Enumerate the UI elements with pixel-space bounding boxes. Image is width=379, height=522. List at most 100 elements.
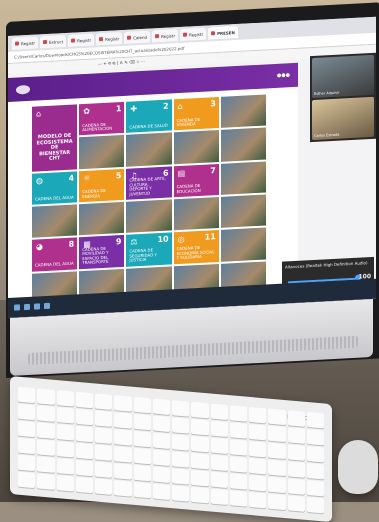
keyboard-key[interactable] xyxy=(210,471,228,489)
keyboard-key[interactable] xyxy=(114,446,132,463)
browser-tab[interactable]: Registr xyxy=(12,36,39,50)
keyboard-key[interactable] xyxy=(287,461,305,478)
keyboard-key[interactable] xyxy=(37,473,55,490)
keyboard-key[interactable] xyxy=(191,418,209,436)
keyboard-key[interactable] xyxy=(191,452,209,470)
keyboard-key[interactable] xyxy=(229,473,247,490)
keyboard-key[interactable] xyxy=(268,442,286,460)
keyboard-key[interactable] xyxy=(114,412,132,429)
keyboard-key[interactable] xyxy=(268,408,286,426)
keyboard-key[interactable] xyxy=(56,424,74,441)
browser-tab[interactable]: Calend xyxy=(124,30,151,44)
keyboard-key[interactable] xyxy=(18,420,36,438)
keyboard-key[interactable] xyxy=(56,390,74,407)
keyboard-key[interactable] xyxy=(18,471,36,489)
keyboard-key[interactable] xyxy=(287,444,305,461)
keyboard-key[interactable] xyxy=(172,417,190,434)
keyboard-key[interactable] xyxy=(249,457,267,475)
keyboard-key[interactable] xyxy=(114,480,132,497)
keyboard-key[interactable] xyxy=(306,428,324,446)
keyboard-key[interactable] xyxy=(210,454,228,472)
keyboard-key[interactable] xyxy=(287,410,305,427)
keyboard-key[interactable] xyxy=(133,430,151,448)
keyboard-key[interactable] xyxy=(191,486,209,504)
keyboard-key[interactable] xyxy=(133,447,151,465)
keyboard-key[interactable] xyxy=(75,459,93,477)
keyboard-key[interactable] xyxy=(172,400,190,417)
keyboard-key[interactable] xyxy=(95,478,113,495)
keyboard-key[interactable] xyxy=(152,449,170,466)
keyboard-key[interactable] xyxy=(95,393,113,410)
keyboard-key[interactable] xyxy=(95,444,113,461)
keyboard-key[interactable] xyxy=(133,464,151,482)
windows-icon[interactable] xyxy=(14,304,20,311)
keyboard-key[interactable] xyxy=(56,458,74,475)
keyboard-key[interactable] xyxy=(56,441,74,458)
keyboard-key[interactable] xyxy=(75,442,93,460)
keyboard-key[interactable] xyxy=(287,478,305,495)
keyboard-key[interactable] xyxy=(75,425,93,443)
keyboard-key[interactable] xyxy=(229,405,247,422)
keyboard-key[interactable] xyxy=(306,479,324,497)
keyboard-key[interactable] xyxy=(172,451,190,468)
keyboard-key[interactable] xyxy=(114,429,132,446)
keyboard-key[interactable] xyxy=(229,439,247,456)
keyboard-key[interactable] xyxy=(172,485,190,502)
keyboard-key[interactable] xyxy=(306,462,324,480)
keyboard-key[interactable] xyxy=(306,411,324,429)
keyboard-key[interactable] xyxy=(210,488,228,506)
keyboard-key[interactable] xyxy=(133,413,151,431)
keyboard-key[interactable] xyxy=(306,445,324,463)
participant-video[interactable]: Esther Alquisir xyxy=(312,54,374,99)
keyboard-key[interactable] xyxy=(191,435,209,453)
keyboard-key[interactable] xyxy=(268,476,286,494)
keyboard-key[interactable] xyxy=(37,439,55,456)
keyboard-key[interactable] xyxy=(37,422,55,439)
keyboard-key[interactable] xyxy=(18,454,36,472)
keyboard-key[interactable] xyxy=(229,422,247,439)
keyboard-key[interactable] xyxy=(172,434,190,451)
keyboard-key[interactable] xyxy=(95,461,113,478)
keyboard-key[interactable] xyxy=(18,386,36,404)
keyboard-key[interactable] xyxy=(210,403,228,421)
keyboard-key[interactable] xyxy=(306,496,324,514)
keyboard-key[interactable] xyxy=(37,405,55,422)
keyboard-key[interactable] xyxy=(249,440,267,458)
edge-icon[interactable] xyxy=(34,303,40,310)
keyboard-key[interactable] xyxy=(249,423,267,441)
keyboard-key[interactable] xyxy=(114,395,132,412)
keyboard-key[interactable] xyxy=(56,407,74,424)
keyboard-key[interactable] xyxy=(152,432,170,449)
keyboard-key[interactable] xyxy=(152,398,170,415)
keyboard-key[interactable] xyxy=(249,406,267,424)
browser-tab[interactable]: Registr xyxy=(180,27,207,41)
keyboard-key[interactable] xyxy=(268,459,286,477)
keyboard-key[interactable] xyxy=(249,491,267,509)
keyboard-key[interactable] xyxy=(172,468,190,485)
browser-tab[interactable]: Estruct xyxy=(40,34,67,49)
keyboard-key[interactable] xyxy=(268,425,286,443)
keyboard-key[interactable] xyxy=(210,420,228,438)
keyboard-key[interactable] xyxy=(133,481,151,499)
keyboard-key[interactable] xyxy=(152,483,170,500)
keyboard-key[interactable] xyxy=(56,475,74,492)
keyboard-key[interactable] xyxy=(18,403,36,421)
keyboard-key[interactable] xyxy=(191,401,209,419)
browser-tab[interactable]: Registr xyxy=(96,32,123,46)
keyboard-key[interactable] xyxy=(37,456,55,473)
search-icon[interactable] xyxy=(24,303,30,311)
keyboard-key[interactable] xyxy=(75,408,93,426)
keyboard-key[interactable] xyxy=(287,427,305,444)
keyboard-key[interactable] xyxy=(152,466,170,483)
keyboard-key[interactable] xyxy=(37,388,55,405)
keyboard-key[interactable] xyxy=(152,415,170,432)
keyboard-key[interactable] xyxy=(75,391,93,409)
keyboard-key[interactable] xyxy=(95,410,113,427)
keyboard-key[interactable] xyxy=(249,474,267,492)
browser-tab[interactable]: Registr xyxy=(152,29,179,43)
keyboard-key[interactable] xyxy=(191,469,209,487)
keyboard-key[interactable] xyxy=(133,396,151,414)
keyboard-key[interactable] xyxy=(229,456,247,473)
keyboard-key[interactable] xyxy=(18,437,36,455)
keyboard-key[interactable] xyxy=(229,490,247,507)
